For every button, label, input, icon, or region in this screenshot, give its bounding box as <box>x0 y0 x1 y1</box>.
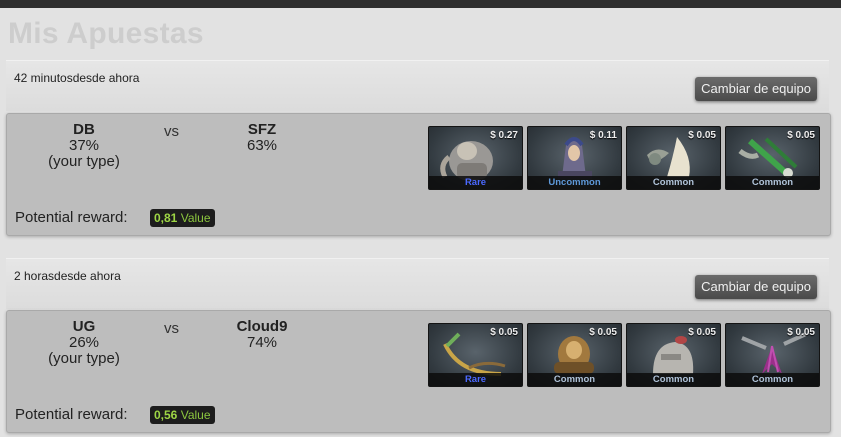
item-card[interactable]: $ 0.05 Common <box>725 323 820 387</box>
item-price: $ 0.11 <box>589 130 617 141</box>
item-price: $ 0.05 <box>490 327 518 338</box>
team-name: UG <box>72 318 96 335</box>
team-percent: 63% <box>246 137 278 154</box>
item-card[interactable]: $ 0.27 Rare <box>428 126 523 190</box>
item-rarity: Rare <box>429 176 522 189</box>
your-team-note: (your type) <box>48 153 120 170</box>
reward-unit: Value <box>180 408 211 422</box>
reward-label: Potential reward: <box>15 406 128 423</box>
top-bar <box>0 0 841 8</box>
page-title: Mis Apuestas <box>8 17 204 50</box>
team-percent: 37% <box>68 137 100 154</box>
reward-label: Potential reward: <box>15 209 128 226</box>
bet-time: 42 minutosdesde ahora <box>14 71 140 85</box>
item-card[interactable]: $ 0.05 Common <box>527 323 622 387</box>
item-rarity: Common <box>528 373 621 386</box>
reward-amount: 0,81 <box>154 211 178 225</box>
team-left: DB 37% (your type) <box>34 122 134 170</box>
item-rarity: Common <box>627 373 720 386</box>
reward-amount: 0,56 <box>154 408 178 422</box>
item-price: $ 0.05 <box>787 130 815 141</box>
item-rarity: Rare <box>429 373 522 386</box>
item-card[interactable]: $ 0.05 Common <box>725 126 820 190</box>
item-card[interactable]: $ 0.05 Common <box>626 323 721 387</box>
reward-value-badge: 0,56 Value <box>150 406 215 424</box>
change-team-button[interactable]: Cambiar de equipo <box>695 77 817 101</box>
item-card[interactable]: $ 0.11 Uncommon <box>527 126 622 190</box>
item-price: $ 0.05 <box>787 327 815 338</box>
team-name: SFZ <box>247 121 277 138</box>
bet-time: 2 horasdesde ahora <box>14 269 121 283</box>
your-team-note: (your type) <box>48 350 120 367</box>
team-left: UG 26% (your type) <box>34 319 134 367</box>
item-price: $ 0.05 <box>589 327 617 338</box>
team-percent: 74% <box>246 334 278 351</box>
team-percent: 26% <box>68 334 100 351</box>
team-name: DB <box>73 121 95 138</box>
item-rarity: Uncommon <box>528 176 621 189</box>
item-price: $ 0.27 <box>490 130 518 141</box>
vs-label: vs <box>164 123 179 140</box>
item-price: $ 0.05 <box>688 327 716 338</box>
item-rarity: Common <box>726 373 819 386</box>
item-rarity: Common <box>726 176 819 189</box>
item-rarity: Common <box>627 176 720 189</box>
team-right: SFZ 63% <box>212 122 312 154</box>
bet-card: UG 26% (your type) vs Cloud9 74% Potenti… <box>6 310 831 433</box>
vs-label: vs <box>164 320 179 337</box>
reward-unit: Value <box>180 211 211 225</box>
item-price: $ 0.05 <box>688 130 716 141</box>
bet-header: 42 minutosdesde ahora Cambiar de equipo <box>6 60 829 111</box>
team-right: Cloud9 74% <box>212 319 312 351</box>
item-card[interactable]: $ 0.05 Common <box>626 126 721 190</box>
bet-header: 2 horasdesde ahora Cambiar de equipo <box>6 258 829 309</box>
bet-card: DB 37% (your type) vs SFZ 63% Potential … <box>6 113 831 236</box>
item-card[interactable]: $ 0.05 Rare <box>428 323 523 387</box>
change-team-button[interactable]: Cambiar de equipo <box>695 275 817 299</box>
team-name: Cloud9 <box>236 318 288 335</box>
reward-value-badge: 0,81 Value <box>150 209 215 227</box>
